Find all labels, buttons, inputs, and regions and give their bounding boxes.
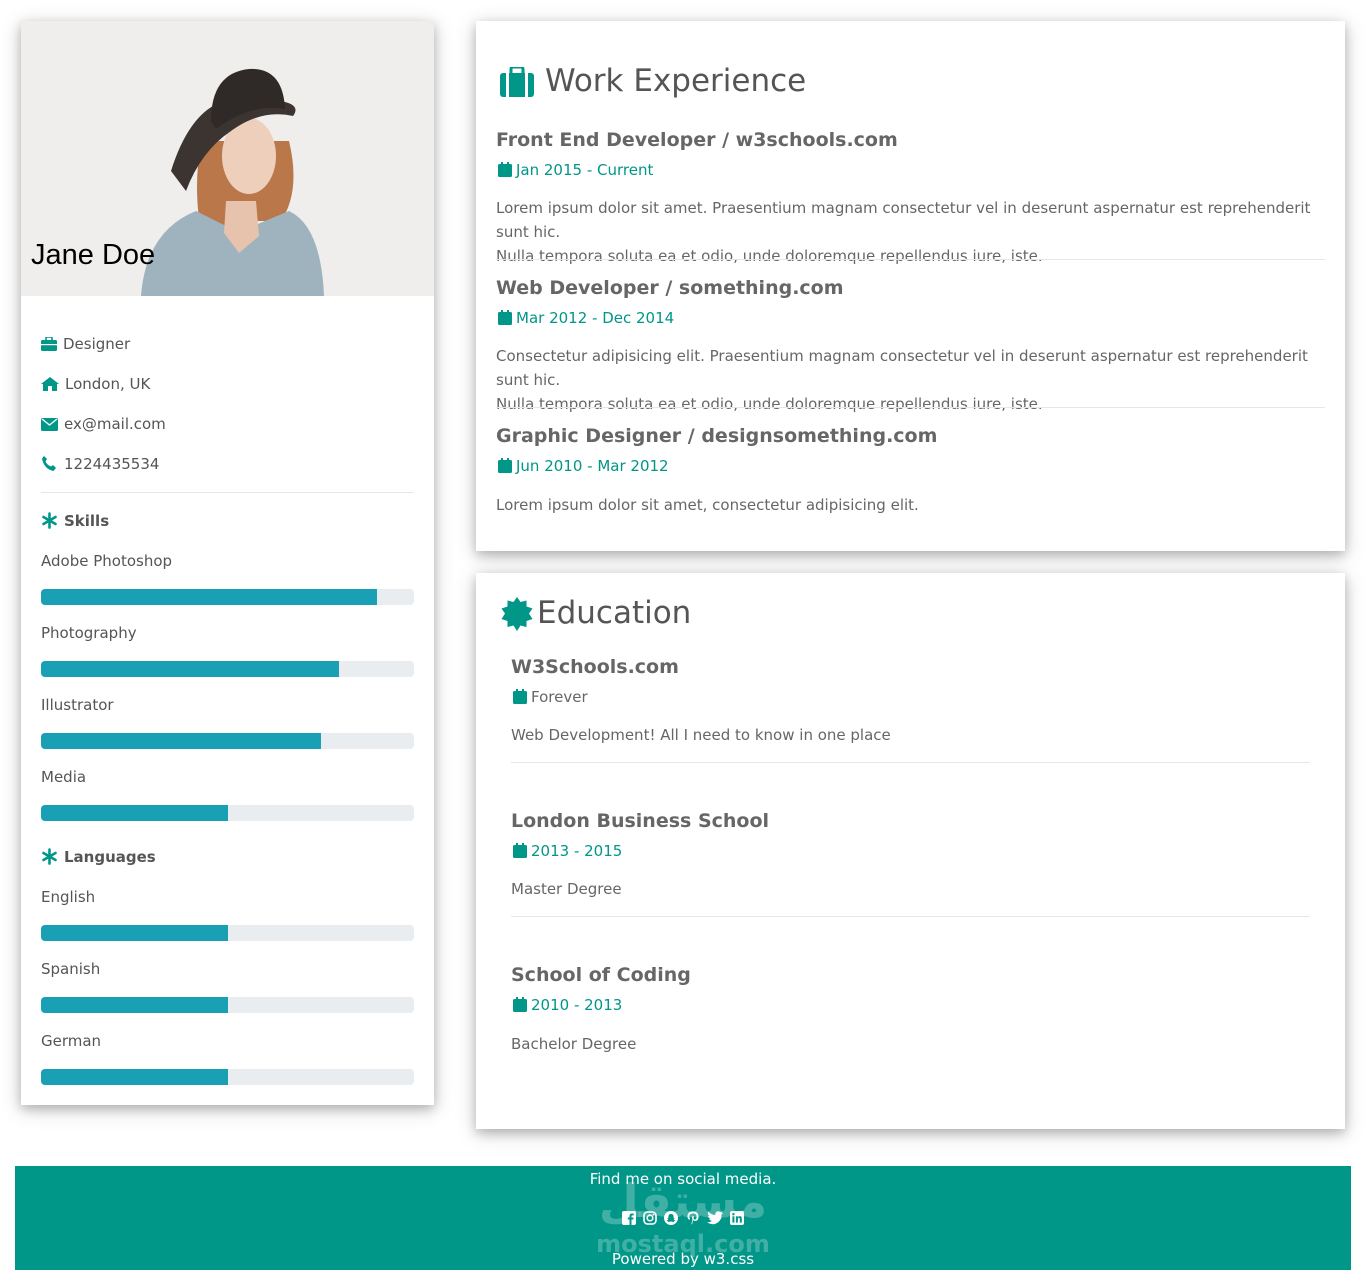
job-divider — [496, 407, 1325, 408]
pinterest-icon[interactable] — [686, 1210, 700, 1229]
job-date: Jan 2015 - Current — [498, 161, 653, 179]
skill-bar — [41, 805, 414, 821]
phone-row: 1224435534 — [41, 455, 159, 473]
social-links — [15, 1210, 1351, 1229]
language-label: English — [41, 888, 96, 906]
facebook-icon[interactable] — [622, 1210, 637, 1229]
languages-heading: Languages — [41, 848, 156, 866]
profile-photo: Jane Doe — [21, 21, 434, 296]
job-description: Lorem ipsum dolor sit amet. Praesentium … — [496, 199, 1311, 265]
school-name: School of Coding — [511, 964, 691, 986]
linkedin-icon[interactable] — [729, 1210, 744, 1229]
job-description: Lorem ipsum dolor sit amet, consectetur … — [496, 496, 919, 514]
asterisk-icon — [42, 512, 57, 529]
powered-by-text: Powered by w3.css — [611, 1250, 755, 1268]
calendar-icon — [498, 310, 512, 325]
job-description: Consectetur adipisicing elit. Praesentiu… — [496, 347, 1308, 413]
calendar-icon — [498, 458, 512, 473]
skills-heading: Skills — [41, 512, 109, 530]
job-date: Jun 2010 - Mar 2012 — [498, 457, 669, 475]
calendar-icon — [498, 162, 512, 177]
skill-label: Illustrator — [41, 696, 114, 714]
skill-bar-fill — [41, 805, 228, 821]
phone-text: 1224435534 — [64, 455, 160, 473]
asterisk-icon — [42, 848, 57, 865]
language-bar-fill — [41, 997, 228, 1013]
job-title: Graphic Designer / designsomething.com — [496, 425, 938, 447]
skill-bar-fill — [41, 661, 340, 677]
school-name: W3Schools.com — [511, 656, 679, 678]
skill-label: Photography — [41, 624, 137, 642]
school-date: Forever — [513, 688, 588, 706]
skill-bar — [41, 733, 414, 749]
job-title: Front End Developer / w3schools.com — [496, 129, 898, 151]
suitcase-icon — [500, 67, 534, 97]
calendar-icon — [513, 843, 527, 858]
school-description: Master Degree — [511, 880, 622, 898]
info-divider — [41, 492, 414, 493]
footer: مستقل mostaql.com Find me on social medi… — [15, 1166, 1351, 1270]
language-bar — [41, 925, 414, 941]
language-bar-fill — [41, 925, 228, 941]
education-divider — [511, 916, 1310, 917]
language-bar — [41, 1069, 414, 1085]
school-description: Bachelor Degree — [511, 1035, 637, 1053]
school-description: Web Development! All I need to know in o… — [511, 726, 891, 744]
calendar-icon — [513, 689, 527, 704]
language-bar-fill — [41, 1069, 228, 1085]
email-row: ex@mail.com — [41, 415, 166, 433]
certificate-icon — [501, 597, 533, 631]
school-name: London Business School — [511, 810, 770, 832]
instagram-icon[interactable] — [643, 1210, 658, 1229]
job-row: Designer — [41, 335, 130, 353]
job-text: Designer — [63, 335, 131, 353]
twitter-icon[interactable] — [706, 1210, 723, 1229]
skill-bar — [41, 661, 414, 677]
job-title: Web Developer / something.com — [496, 277, 844, 299]
snapchat-icon[interactable] — [664, 1210, 679, 1229]
job-divider — [496, 259, 1325, 260]
location-row: London, UK — [41, 375, 150, 393]
location-text: London, UK — [65, 375, 151, 393]
language-bar — [41, 997, 414, 1013]
email-text: ex@mail.com — [64, 415, 166, 433]
language-label: German — [41, 1032, 102, 1050]
profile-card: Jane Doe Designer London, UK ex@mail.com… — [21, 21, 434, 1105]
footer-find-text: Find me on social media. — [589, 1170, 777, 1188]
profile-name: Jane Doe — [31, 239, 156, 271]
skill-bar — [41, 589, 414, 605]
skill-label: Media — [41, 768, 87, 786]
briefcase-icon — [41, 337, 57, 351]
job-date: Mar 2012 - Dec 2014 — [498, 309, 674, 327]
skill-bar-fill — [41, 589, 377, 605]
envelope-icon — [41, 418, 58, 431]
home-icon — [41, 377, 59, 391]
education-divider — [511, 762, 1310, 763]
education-card: Education W3Schools.com Forever Web Deve… — [476, 573, 1345, 1129]
school-date: 2010 - 2013 — [513, 996, 622, 1014]
language-label: Spanish — [41, 960, 101, 978]
school-date: 2013 - 2015 — [513, 842, 622, 860]
skill-bar-fill — [41, 733, 321, 749]
phone-icon — [42, 456, 56, 471]
calendar-icon — [513, 997, 527, 1012]
work-experience-card: Work Experience Front End Developer / w3… — [476, 21, 1345, 551]
skill-label: Adobe Photoshop — [41, 552, 173, 570]
